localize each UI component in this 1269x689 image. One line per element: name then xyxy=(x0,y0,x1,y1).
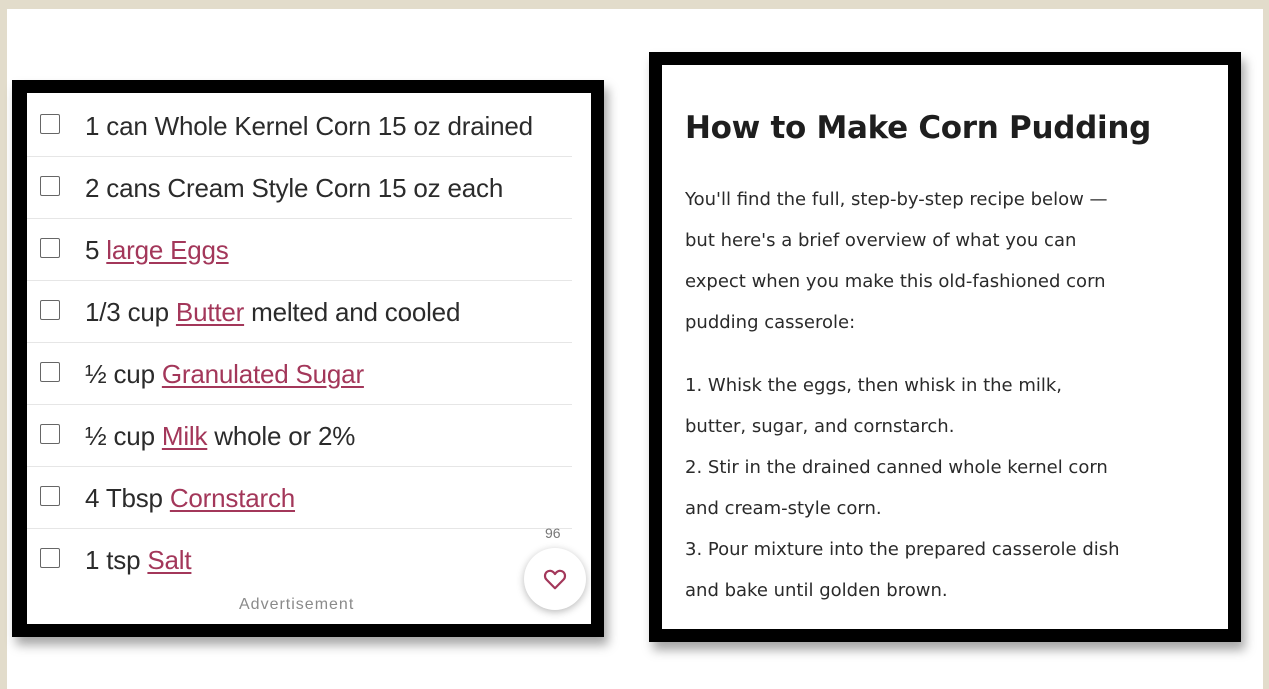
ingredient-link-milk[interactable]: Milk xyxy=(162,421,208,451)
favorite-button[interactable] xyxy=(524,548,586,610)
ingredient-row-corn: 1 can Whole Kernel Corn 15 oz drained xyxy=(27,95,572,157)
step-line: 2. Stir in the drained canned whole kern… xyxy=(685,457,1108,478)
ingredient-text: 1 can Whole Kernel Corn 15 oz drained xyxy=(85,111,533,142)
article-panel: How to Make Corn Pudding You'll find the… xyxy=(649,52,1241,642)
intro-line: pudding casserole: xyxy=(685,312,856,333)
intro-line: You'll find the full, step-by-step recip… xyxy=(685,189,1108,210)
article-intro: You'll find the full, step-by-step recip… xyxy=(685,179,1225,343)
ingredient-row-eggs: 5 large Eggs xyxy=(27,219,572,281)
ingredient-checkbox[interactable] xyxy=(40,362,60,382)
ingredient-quantity: 4 Tbsp xyxy=(85,483,170,513)
ingredient-quantity: 1/3 cup xyxy=(85,297,176,327)
ingredient-text: 4 Tbsp Cornstarch xyxy=(85,483,295,514)
step-line: 3. Pour mixture into the prepared casser… xyxy=(685,539,1120,560)
ingredient-link-cornstarch[interactable]: Cornstarch xyxy=(170,483,295,513)
advertisement-label: Advertisement xyxy=(239,596,355,613)
intro-line: but here's a brief overview of what you … xyxy=(685,230,1077,251)
background-band-left xyxy=(0,0,7,689)
ingredient-checkbox[interactable] xyxy=(40,300,60,320)
ingredient-text: 2 cans Cream Style Corn 15 oz each xyxy=(85,173,503,204)
ingredient-quantity: 1 tsp xyxy=(85,545,148,575)
step-line: and bake until golden brown. xyxy=(685,580,948,601)
ingredient-checkbox[interactable] xyxy=(40,114,60,134)
background-band-right xyxy=(1263,0,1269,689)
ingredient-text: ½ cup Milk whole or 2% xyxy=(85,421,355,452)
background-band-top xyxy=(0,0,1269,9)
ingredient-checkbox[interactable] xyxy=(40,486,60,506)
ingredient-link-sugar[interactable]: Granulated Sugar xyxy=(162,359,364,389)
ingredient-quantity: 1 can Whole Kernel Corn 15 oz drained xyxy=(85,111,533,141)
ingredient-checkbox[interactable] xyxy=(40,424,60,444)
ingredient-quantity: 2 cans Cream Style Corn 15 oz each xyxy=(85,173,504,203)
ingredient-text: ½ cup Granulated Sugar xyxy=(85,359,364,390)
ingredient-row-milk: ½ cup Milk whole or 2% xyxy=(27,405,572,467)
heart-icon xyxy=(543,569,567,590)
ingredient-link-eggs[interactable]: large Eggs xyxy=(106,235,229,265)
intro-line: expect when you make this old-fashioned … xyxy=(685,271,1106,292)
ingredient-note: whole or 2% xyxy=(207,421,356,451)
step-line: 1. Whisk the eggs, then whisk in the mil… xyxy=(685,375,1063,396)
ingredients-panel: 1 can Whole Kernel Corn 15 oz drained 2 … xyxy=(12,80,604,637)
ingredient-link-butter[interactable]: Butter xyxy=(176,297,244,327)
ingredient-text: 1/3 cup Butter melted and cooled xyxy=(85,297,460,328)
ingredient-text: 1 tsp Salt xyxy=(85,545,192,576)
ingredient-checkbox[interactable] xyxy=(40,238,60,258)
article-title: How to Make Corn Pudding xyxy=(685,110,1152,146)
ingredient-note: melted and cooled xyxy=(244,297,461,327)
ingredient-checkbox[interactable] xyxy=(40,176,60,196)
ingredient-quantity: ½ cup xyxy=(85,421,162,451)
ingredient-text: 5 large Eggs xyxy=(85,235,229,266)
ingredient-row-salt: 1 tsp Salt xyxy=(27,529,572,591)
article-steps: 1. Whisk the eggs, then whisk in the mil… xyxy=(685,365,1225,611)
ingredient-checkbox[interactable] xyxy=(40,548,60,568)
step-line: and cream-style corn. xyxy=(685,498,882,519)
ingredient-row-cream-corn: 2 cans Cream Style Corn 15 oz each xyxy=(27,157,572,219)
ingredient-quantity: ½ cup xyxy=(85,359,162,389)
ingredient-row-butter: 1/3 cup Butter melted and cooled xyxy=(27,281,572,343)
step-line: butter, sugar, and cornstarch. xyxy=(685,416,955,437)
ingredient-row-cornstarch: 4 Tbsp Cornstarch xyxy=(27,467,572,529)
favorite-count: 96 xyxy=(545,525,561,541)
ingredient-quantity: 5 xyxy=(85,235,107,265)
ingredient-row-sugar: ½ cup Granulated Sugar xyxy=(27,343,572,405)
ingredient-link-salt[interactable]: Salt xyxy=(147,545,191,575)
